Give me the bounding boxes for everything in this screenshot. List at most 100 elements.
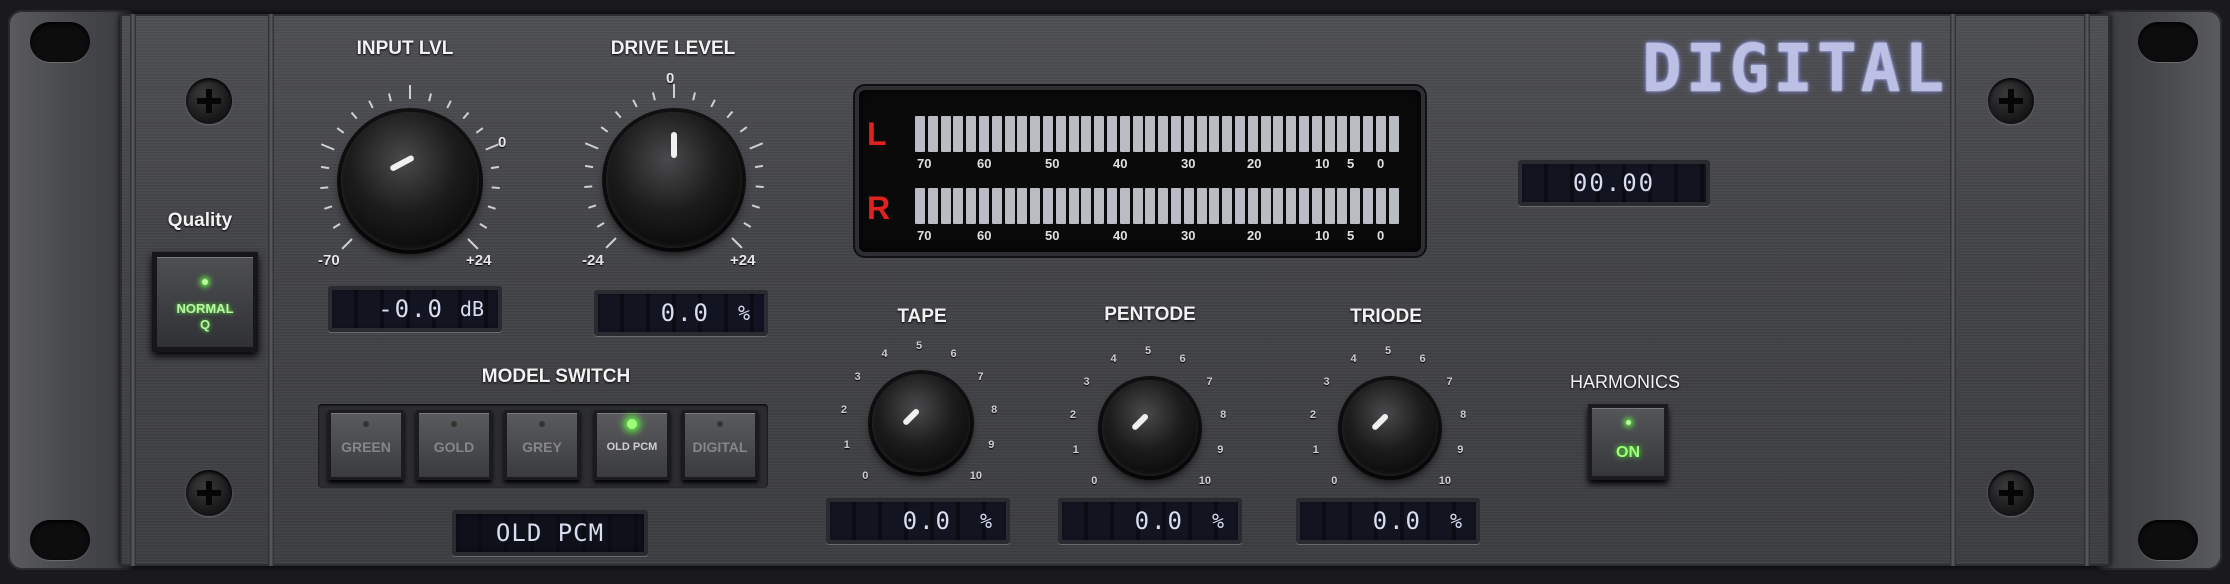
scale-tick xyxy=(731,237,743,249)
meter-segment xyxy=(1030,116,1041,152)
rail xyxy=(2084,14,2090,566)
quality-button-text: NORMAL Q xyxy=(157,301,253,333)
scale-tick xyxy=(739,126,748,133)
mount-slot xyxy=(2138,520,2198,560)
model-button-old-pcm[interactable]: OLD PCM xyxy=(594,410,670,480)
knob-scale-number: 0 xyxy=(1331,474,1338,487)
triode-display[interactable]: 0.0 % xyxy=(1296,498,1480,544)
knob-scale-number: 6 xyxy=(1419,353,1426,366)
readout-value: 00.00 xyxy=(1572,169,1656,197)
knob-scale-number: 0 xyxy=(1091,474,1098,487)
model-button-digital[interactable]: DIGITAL xyxy=(682,410,758,480)
knob-pointer xyxy=(901,407,921,427)
meter-segment xyxy=(1055,188,1066,224)
tape-unit: % xyxy=(979,509,992,533)
meter-segment xyxy=(1107,116,1117,152)
mount-slot xyxy=(30,520,90,560)
drive-level-min: -24 xyxy=(582,252,604,269)
meter-segment xyxy=(1247,116,1258,152)
harmonics-label: HARMONICS xyxy=(1569,372,1680,392)
knob-pointer xyxy=(1130,412,1150,432)
input-lvl-knob[interactable] xyxy=(341,112,479,250)
quality-mode-text: NORMAL xyxy=(176,301,234,316)
tape-display[interactable]: 0.0 % xyxy=(826,498,1010,544)
drive-level-max: +24 xyxy=(730,252,756,269)
meter-segment xyxy=(1260,116,1271,152)
meter-left-bar xyxy=(915,116,1399,152)
meter-segment xyxy=(1286,116,1297,152)
scale-tick xyxy=(600,126,609,133)
scale-tick xyxy=(743,221,752,228)
meter-scale-label: 50 xyxy=(1045,156,1060,171)
meter-segment xyxy=(915,188,925,224)
tape-knob[interactable] xyxy=(872,374,970,472)
meter-segment xyxy=(1004,188,1015,224)
model-button-green[interactable]: GREEN xyxy=(328,410,404,480)
digital-logo: DIGITAL xyxy=(1642,30,1949,107)
meter-segment xyxy=(1363,188,1373,224)
scale-tick xyxy=(710,99,716,108)
meter-scale-label: 70 xyxy=(917,228,932,243)
meter-segment xyxy=(1299,188,1309,224)
meter-segment xyxy=(1158,188,1169,224)
meter-segment xyxy=(966,188,977,224)
meter-scale-label: 60 xyxy=(977,156,992,171)
meter-segment xyxy=(1196,188,1207,224)
pentode-display[interactable]: 0.0 % xyxy=(1058,498,1242,544)
meter-segment xyxy=(1055,116,1066,152)
meter-segment xyxy=(1094,116,1105,152)
input-lvl-display[interactable]: -0.0 dB xyxy=(328,286,502,332)
meter-segment xyxy=(1299,116,1309,152)
model-button-gold[interactable]: GOLD xyxy=(416,410,492,480)
scale-tick xyxy=(336,127,345,134)
knob-pointer xyxy=(389,154,415,172)
knob-scale-number: 3 xyxy=(854,371,861,384)
harmonics-button[interactable]: ON xyxy=(1588,404,1668,480)
triode-label: TRIODE xyxy=(1350,306,1422,327)
scale-tick xyxy=(751,204,760,209)
knob-scale-number: 2 xyxy=(1309,409,1317,422)
pentode-label: PENTODE xyxy=(1104,304,1196,325)
meter-segment xyxy=(1209,116,1220,152)
meter-segment xyxy=(1375,188,1386,224)
scale-tick xyxy=(491,186,500,190)
scale-tick xyxy=(605,237,617,249)
quality-button[interactable]: NORMAL Q xyxy=(152,252,258,352)
pentode-unit: % xyxy=(1211,509,1224,533)
triode-knob[interactable] xyxy=(1342,380,1438,476)
pentode-knob[interactable] xyxy=(1102,380,1198,476)
meter-segment xyxy=(1388,116,1399,152)
rail xyxy=(268,14,274,566)
meter-scale-label: 5 xyxy=(1347,228,1355,243)
meter-segment xyxy=(1222,116,1233,152)
meter-segment xyxy=(1030,188,1041,224)
drive-level-value: 0.0 xyxy=(660,299,710,327)
model-button-grey[interactable]: GREY xyxy=(504,410,580,480)
scale-tick xyxy=(388,93,392,102)
scale-tick xyxy=(324,205,333,210)
meter-segment xyxy=(1273,116,1284,152)
meter-segment xyxy=(953,116,964,152)
drive-level-display[interactable]: 0.0 % xyxy=(594,290,768,336)
input-lvl-max: +24 xyxy=(466,252,492,269)
scale-tick xyxy=(726,110,734,119)
scale-tick xyxy=(462,111,470,120)
scale-tick xyxy=(692,92,696,101)
meter-segment xyxy=(953,188,964,224)
scale-tick xyxy=(755,185,764,189)
meter-segment xyxy=(1107,188,1117,224)
quality-led xyxy=(202,279,208,285)
pentode-value: 0.0 xyxy=(1134,507,1184,535)
drive-level-knob[interactable] xyxy=(606,112,742,248)
scale-tick xyxy=(584,185,593,189)
meter-segment xyxy=(1132,116,1143,152)
meter-segment xyxy=(1324,188,1335,224)
meter-segment xyxy=(1324,116,1335,152)
knob-scale-number: 6 xyxy=(950,348,957,361)
knob-scale-number: 5 xyxy=(1145,345,1152,357)
knob-scale-number: 7 xyxy=(977,371,984,384)
knob-scale-number: 8 xyxy=(1220,409,1227,422)
input-lvl-min: -70 xyxy=(318,252,340,269)
meter-segment xyxy=(1209,188,1220,224)
meter-scale-label: 0 xyxy=(1377,156,1385,171)
